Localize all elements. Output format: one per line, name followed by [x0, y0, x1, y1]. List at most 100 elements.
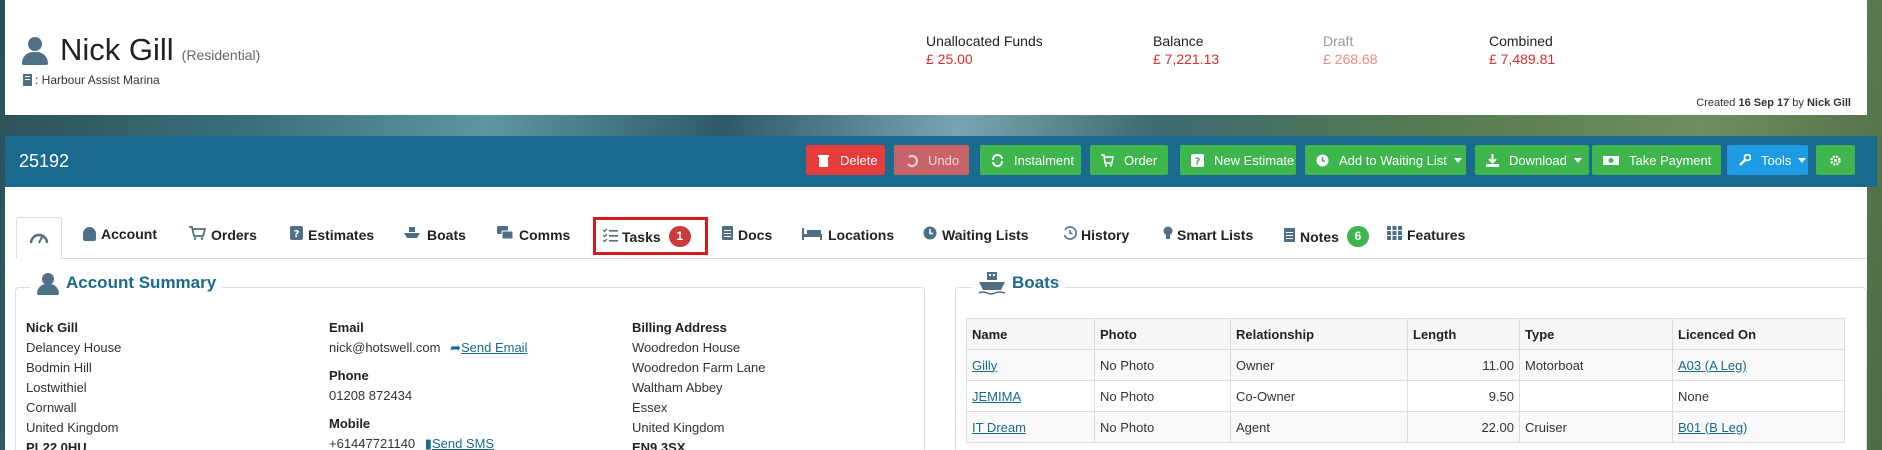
instalment-button[interactable]: Instalment — [980, 145, 1081, 175]
tab-waiting-lists[interactable]: Waiting Lists — [923, 226, 1029, 243]
boat-name-link[interactable]: JEMIMA — [972, 389, 1021, 404]
user-icon — [20, 35, 50, 65]
combined: Combined £ 7,489.81 — [1489, 33, 1555, 67]
billing-line: Woodredon House — [632, 340, 741, 355]
table-row: IT Dream No Photo Agent 22.00 Cruiser B0… — [966, 411, 1845, 443]
trash-icon — [817, 154, 830, 167]
boats-table: Name Photo Relationship Length Type Lice… — [966, 318, 1845, 443]
phone-value: 01208 872434 — [329, 388, 413, 403]
ship-icon — [978, 271, 1006, 295]
tab-estimates-label: Estimates — [308, 226, 375, 243]
table-row: Gilly No Photo Owner 11.00 Motorboat A03… — [966, 349, 1845, 381]
table-cell: Cruiser — [1519, 411, 1673, 443]
tab-boats[interactable]: Boats — [403, 226, 466, 243]
address-line: United Kingdom — [26, 420, 119, 435]
user-icon — [36, 271, 60, 295]
money-icon — [1603, 154, 1619, 167]
building-icon — [23, 74, 32, 86]
take-payment-button[interactable]: Take Payment — [1592, 145, 1721, 175]
address-name: Nick Gill — [26, 320, 79, 335]
mobile-value: +61447721140 — [329, 436, 416, 450]
billing-line: Woodredon Farm Lane — [632, 360, 766, 375]
licence-cell: A03 (A Leg) — [1672, 349, 1845, 381]
tab-comms[interactable]: Comms — [497, 226, 570, 243]
email-value: nick@hotswell.com — [329, 340, 441, 355]
created-user: Nick Gill — [1806, 97, 1851, 109]
address-line: Cornwall — [26, 400, 77, 415]
marina-name: : Harbour Assist Marina — [35, 73, 160, 87]
column-header[interactable]: Name — [966, 318, 1095, 350]
tab-features-label: Features — [1407, 226, 1466, 243]
table-cell: No Photo — [1094, 380, 1231, 412]
clock-icon — [923, 226, 937, 243]
delete-label: Delete — [840, 152, 878, 168]
created-info: Created 16 Sep 17 by Nick Gill — [1696, 97, 1851, 109]
wrench-icon — [1738, 153, 1752, 167]
question-icon: ? — [290, 226, 303, 243]
address-postcode: PL22 0HU — [26, 440, 87, 450]
email-label: Email — [329, 320, 364, 335]
tab-orders[interactable]: Orders — [189, 226, 257, 243]
licence-link[interactable]: B01 (B Leg) — [1678, 420, 1747, 435]
boat-name-link[interactable]: Gilly — [972, 358, 997, 373]
balance-label: Balance — [1153, 33, 1204, 49]
created-date: 16 Sep 17 — [1738, 97, 1790, 109]
billing-line: Waltham Abbey — [632, 380, 723, 395]
user-icon — [83, 227, 96, 241]
table-cell: Owner — [1230, 349, 1408, 381]
download-label: Download — [1509, 152, 1567, 168]
table-cell: Motorboat — [1519, 349, 1673, 381]
table-cell: No Photo — [1094, 411, 1231, 443]
tab-notes[interactable]: Notes 6 — [1284, 226, 1369, 247]
order-button[interactable]: Order — [1090, 145, 1168, 175]
ship-icon — [403, 226, 421, 243]
tab-locations[interactable]: Locations — [802, 226, 894, 243]
gear-icon — [1829, 154, 1842, 167]
boat-name-link[interactable]: IT Dream — [972, 420, 1026, 435]
settings-button[interactable] — [1816, 145, 1855, 175]
svg-text:?: ? — [1195, 156, 1201, 167]
chat-icon — [497, 226, 514, 243]
send-sms-link[interactable]: Send SMS — [432, 436, 494, 450]
phone-icon: ▮ — [424, 436, 432, 450]
download-button[interactable]: Download — [1475, 145, 1589, 175]
add-waiting-list-button[interactable]: Add to Waiting List — [1305, 145, 1466, 175]
created-prefix: Created — [1696, 97, 1736, 109]
tab-dashboard[interactable] — [16, 217, 62, 259]
delete-button[interactable]: Delete — [806, 145, 885, 175]
contact-details: Email nick@hotswell.com ➦Send Email Phon… — [329, 318, 527, 450]
billing-address: Billing Address Woodredon House Woodredo… — [632, 318, 765, 450]
account-summary-label: Account Summary — [66, 273, 217, 292]
customer-title: Nick Gill (Residential) — [20, 30, 260, 68]
boats-title: Boats — [972, 271, 1066, 295]
tab-docs[interactable]: Docs — [722, 226, 772, 243]
tab-features[interactable]: Features — [1387, 226, 1465, 243]
tab-history[interactable]: History — [1063, 226, 1129, 243]
tools-label: Tools — [1761, 152, 1792, 168]
download-icon — [1486, 153, 1499, 167]
licence-link[interactable]: A03 (A Leg) — [1678, 358, 1747, 373]
column-header[interactable]: Licenced On — [1672, 318, 1845, 350]
column-header[interactable]: Type — [1519, 318, 1673, 350]
tab-locations-label: Locations — [828, 226, 895, 243]
send-email-link[interactable]: Send Email — [461, 340, 527, 355]
tab-smart-lists[interactable]: Smart Lists — [1163, 226, 1253, 243]
table-cell: None — [1672, 380, 1845, 412]
undo-button[interactable]: Undo — [894, 145, 969, 175]
undo-label: Undo — [928, 152, 960, 168]
table-cell: 9.50 — [1407, 380, 1520, 412]
new-estimate-button[interactable]: ? New Estimate — [1180, 145, 1296, 175]
column-header[interactable]: Length — [1407, 318, 1520, 350]
svg-text:?: ? — [294, 229, 300, 240]
tab-account[interactable]: Account — [83, 226, 157, 242]
chevron-down-icon — [1573, 157, 1582, 163]
address-line: Bodmin Hill — [26, 360, 92, 375]
tab-estimates[interactable]: ? Estimates — [290, 226, 374, 243]
column-header[interactable]: Relationship — [1230, 318, 1408, 350]
customer-name: Nick Gill — [60, 32, 174, 67]
tools-button[interactable]: Tools — [1727, 145, 1808, 175]
tab-smart-lists-label: Smart Lists — [1177, 226, 1254, 243]
question-icon: ? — [1191, 153, 1204, 167]
column-header[interactable]: Photo — [1094, 318, 1231, 350]
licence-cell: B01 (B Leg) — [1672, 411, 1845, 443]
